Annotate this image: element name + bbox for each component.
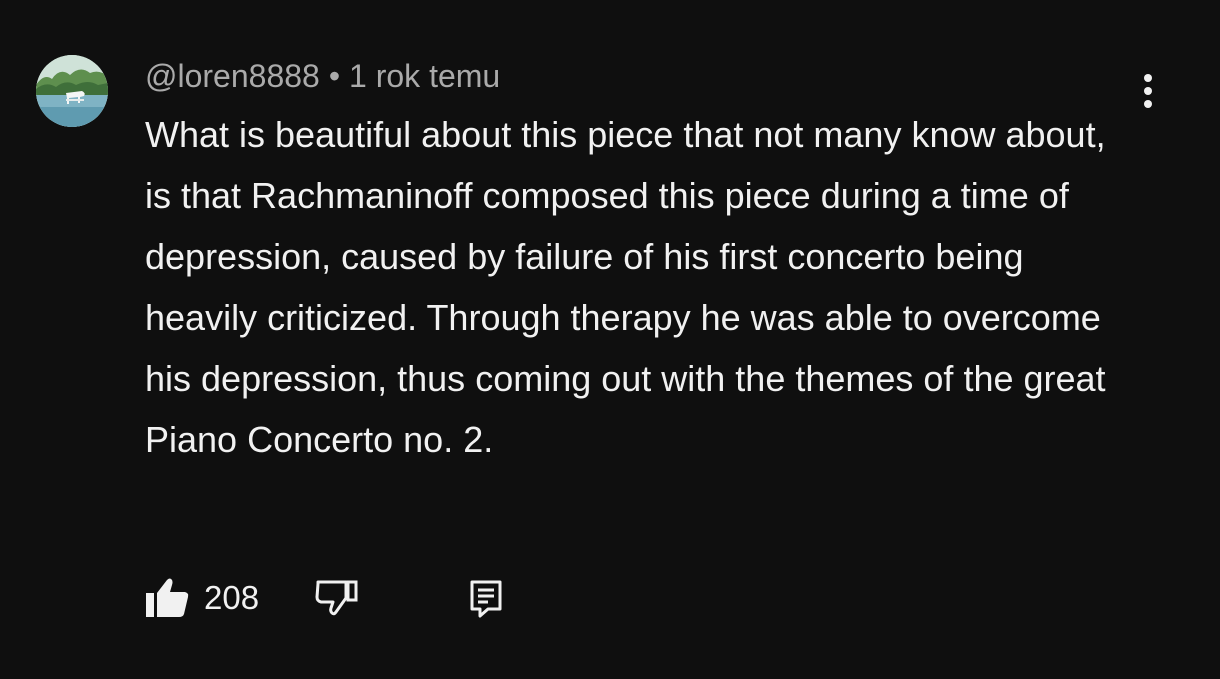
thumb-up-icon — [146, 578, 189, 617]
more-vertical-icon — [1144, 74, 1152, 108]
thumb-down-icon — [315, 580, 358, 616]
reply-comment-icon — [470, 580, 502, 618]
reply-button[interactable] — [468, 572, 504, 624]
comment-timestamp[interactable]: 1 rok temu — [349, 58, 500, 94]
comment-text: What is beautiful about this piece that … — [145, 114, 1106, 460]
comment-meta: @loren8888 • 1 rok temu — [145, 57, 500, 95]
dislike-button[interactable] — [314, 572, 360, 624]
like-count: 208 — [204, 579, 260, 616]
like-button[interactable]: 208 — [144, 572, 259, 624]
more-options-button[interactable] — [1132, 72, 1164, 112]
avatar[interactable] — [36, 55, 108, 127]
meta-separator: • — [328, 58, 341, 94]
comment-thread: @loren8888 • 1 rok temu What is beautiful … — [0, 0, 1220, 679]
author-name[interactable]: @loren8888 — [145, 58, 320, 94]
avatar-image — [36, 55, 108, 127]
